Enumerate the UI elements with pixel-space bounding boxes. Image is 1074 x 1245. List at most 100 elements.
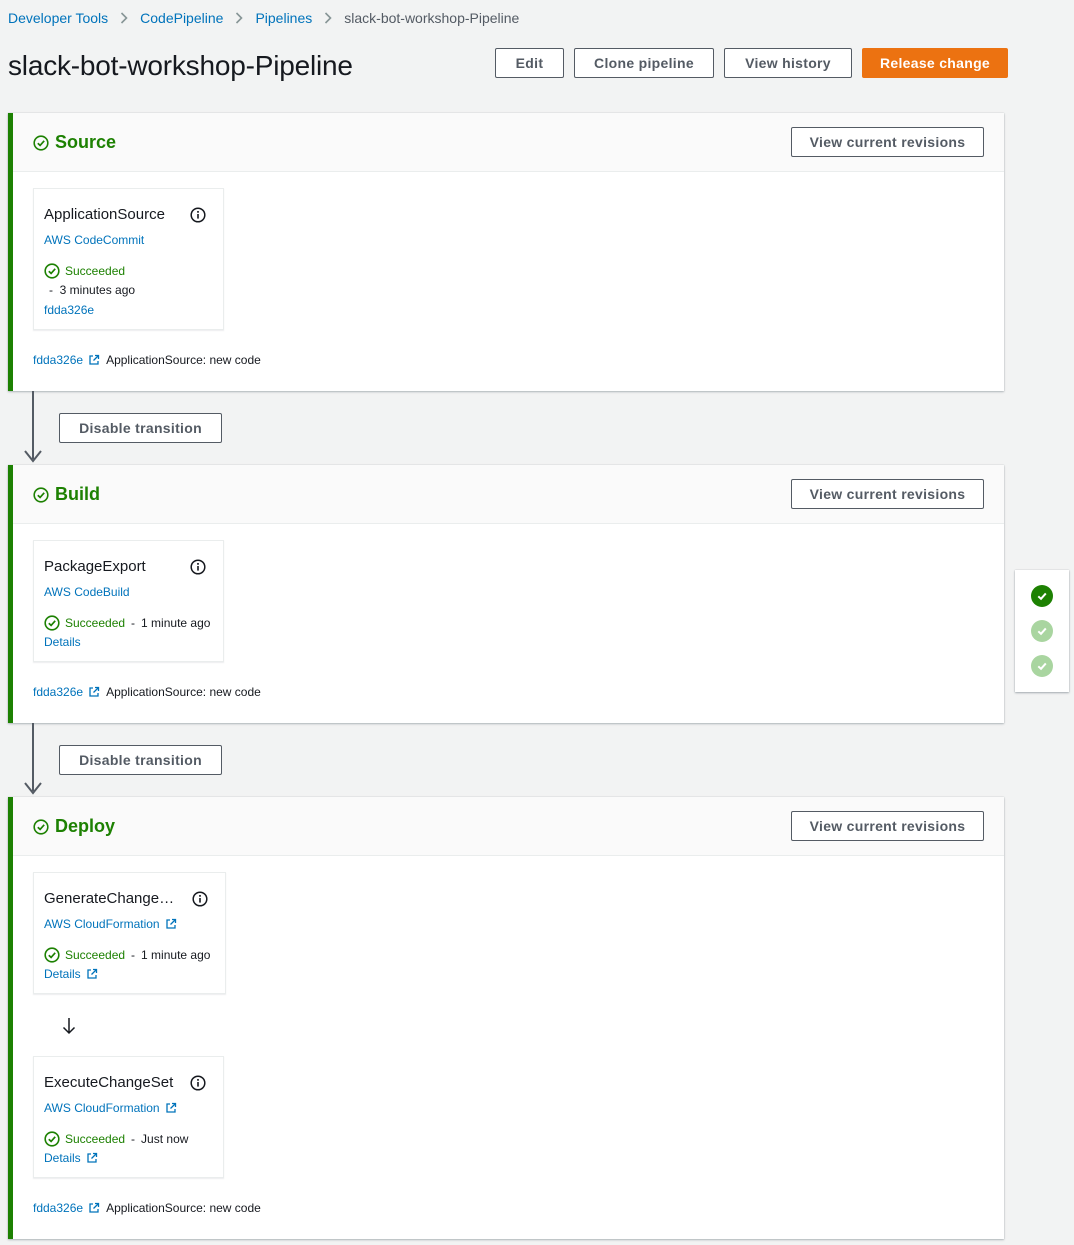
- view-history-button[interactable]: View history: [724, 48, 852, 78]
- provider-link[interactable]: AWS CloudFormation: [44, 917, 177, 931]
- action-time: - 3 minutes ago: [49, 283, 136, 297]
- revision-id: fdda326e: [33, 1201, 84, 1215]
- stage-header: Build View current revisions: [13, 465, 1004, 524]
- external-link-icon: [87, 1152, 97, 1163]
- breadcrumb-pipelines[interactable]: Pipelines: [255, 10, 312, 26]
- status-text: Succeeded: [65, 616, 126, 630]
- external-link-icon: [165, 918, 176, 929]
- time-text: 1 minute ago: [141, 616, 211, 630]
- page-title: slack-bot-workshop-Pipeline: [8, 50, 353, 81]
- info-icon[interactable]: [192, 891, 208, 907]
- external-link-icon: [89, 354, 100, 365]
- info-icon[interactable]: [190, 559, 206, 575]
- disable-transition-button[interactable]: Disable transition: [59, 745, 222, 775]
- breadcrumb-codepipeline[interactable]: CodePipeline: [140, 10, 223, 26]
- breadcrumb: Developer Tools CodePipeline Pipelines s…: [8, 9, 519, 27]
- arrow-down-icon: [24, 782, 42, 795]
- stage-navigator: [1015, 570, 1069, 692]
- stage-source: Source View current revisions Applicatio…: [8, 113, 1004, 391]
- status-text: Succeeded: [65, 264, 126, 278]
- stage-header: Deploy View current revisions: [13, 797, 1004, 856]
- details-link[interactable]: Details: [44, 1151, 98, 1165]
- external-link-icon: [165, 1102, 176, 1113]
- provider-link[interactable]: AWS CloudFormation: [44, 1101, 177, 1115]
- details-label: Details: [44, 967, 81, 981]
- check-circle-icon: [44, 1131, 60, 1147]
- revision-message: ApplicationSource: new code: [106, 1201, 261, 1215]
- chevron-right-icon: [235, 12, 244, 24]
- action-name: ApplicationSource: [44, 206, 165, 223]
- stage-name-label: Source: [55, 132, 117, 152]
- disable-transition-button[interactable]: Disable transition: [59, 413, 222, 443]
- action-name: GenerateChange…: [44, 890, 175, 907]
- revision-link[interactable]: fdda326e: [33, 685, 100, 699]
- arrow-down-icon: [62, 1018, 76, 1035]
- stage-revision: fdda326e ApplicationSource: new code: [33, 353, 261, 367]
- action-card: PackageExport AWS CodeBuild Succeeded - …: [33, 540, 224, 662]
- stage-name-label: Deploy: [55, 816, 116, 836]
- check-circle-icon: [44, 615, 60, 631]
- external-link-icon: [87, 968, 97, 979]
- info-icon[interactable]: [190, 1075, 206, 1091]
- stage-title: Build: [33, 484, 100, 505]
- action-card: ApplicationSource AWS CodeCommit Succeed…: [33, 188, 224, 330]
- revision-link[interactable]: fdda326e: [33, 1201, 100, 1215]
- breadcrumb-developer-tools[interactable]: Developer Tools: [8, 10, 108, 26]
- chevron-right-icon: [120, 12, 128, 24]
- revision-link[interactable]: fdda326e: [33, 353, 100, 367]
- stage-name-label: Build: [55, 484, 100, 504]
- revision-message: ApplicationSource: new code: [106, 685, 261, 699]
- check-circle-light-icon[interactable]: [1031, 620, 1053, 642]
- time-text: Just now: [141, 1132, 189, 1146]
- status-text: Succeeded: [65, 948, 126, 962]
- action-card: GenerateChange… AWS CloudFormation Succe…: [33, 872, 226, 994]
- check-circle-filled-icon[interactable]: [1031, 585, 1053, 607]
- stage-title: Source: [33, 132, 116, 153]
- external-link-icon: [89, 1202, 100, 1213]
- check-circle-icon: [33, 134, 49, 151]
- action-name: ExecuteChangeSet: [44, 1074, 174, 1091]
- details-label: Details: [44, 1151, 81, 1165]
- view-current-revisions-button[interactable]: View current revisions: [791, 479, 984, 509]
- revision-id: fdda326e: [33, 353, 84, 367]
- provider-link[interactable]: AWS CodeBuild: [44, 585, 130, 599]
- info-icon[interactable]: [190, 207, 206, 223]
- provider-label: AWS CloudFormation: [44, 1101, 160, 1115]
- stage-deploy: Deploy View current revisions GenerateCh…: [8, 797, 1004, 1239]
- breadcrumb-current: slack-bot-workshop-Pipeline: [344, 10, 520, 26]
- revision-id: fdda326e: [33, 685, 84, 699]
- clone-pipeline-button[interactable]: Clone pipeline: [574, 48, 714, 78]
- stage-header: Source View current revisions: [13, 113, 1004, 172]
- stage-title: Deploy: [33, 816, 115, 837]
- provider-label: AWS CloudFormation: [44, 917, 160, 931]
- time-text: 1 minute ago: [141, 948, 211, 962]
- check-circle-icon: [33, 818, 49, 835]
- check-circle-icon: [44, 947, 60, 963]
- view-current-revisions-button[interactable]: View current revisions: [791, 127, 984, 157]
- check-circle-icon: [44, 263, 60, 279]
- check-circle-icon: [33, 486, 49, 503]
- stage-build: Build View current revisions PackageExpo…: [8, 465, 1004, 723]
- external-link-icon: [89, 686, 100, 697]
- arrow-down-icon: [24, 450, 42, 463]
- commit-link[interactable]: fdda326e: [44, 303, 94, 317]
- release-change-button[interactable]: Release change: [862, 48, 1008, 78]
- details-link[interactable]: Details: [44, 635, 81, 649]
- action-card: ExecuteChangeSet AWS CloudFormation Succ…: [33, 1056, 224, 1178]
- time-text: 3 minutes ago: [59, 283, 136, 297]
- view-current-revisions-button[interactable]: View current revisions: [791, 811, 984, 841]
- action-status: Succeeded - Just now: [44, 1131, 188, 1147]
- provider-link[interactable]: AWS CodeCommit: [44, 233, 144, 247]
- stage-revision: fdda326e ApplicationSource: new code: [33, 1201, 261, 1215]
- action-name: PackageExport: [44, 558, 146, 575]
- action-status: Succeeded - 1 minute ago: [44, 947, 210, 963]
- revision-message: ApplicationSource: new code: [106, 353, 261, 367]
- status-text: Succeeded: [65, 1132, 126, 1146]
- action-status: Succeeded: [44, 263, 125, 279]
- edit-button[interactable]: Edit: [495, 48, 564, 78]
- check-circle-light-icon[interactable]: [1031, 655, 1053, 677]
- action-status: Succeeded - 1 minute ago: [44, 615, 210, 631]
- details-link[interactable]: Details: [44, 967, 98, 981]
- chevron-right-icon: [324, 12, 332, 24]
- stage-revision: fdda326e ApplicationSource: new code: [33, 685, 261, 699]
